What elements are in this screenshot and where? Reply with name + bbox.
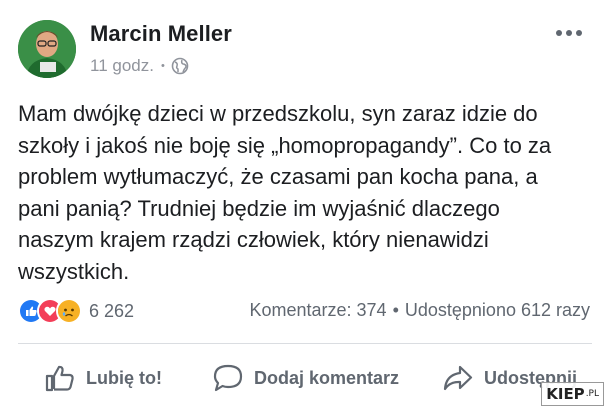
post-text-line: pani panią? Trudniej będzie im wyjaśnić …	[18, 195, 500, 221]
comment-icon	[213, 364, 243, 392]
like-button-label: Lubię to!	[86, 367, 162, 388]
post-text-line: problem wytłumaczyć, że czasami pan koch…	[18, 164, 538, 189]
like-button[interactable]: Lubię to!	[44, 362, 162, 394]
globe-icon[interactable]	[171, 57, 189, 75]
author-name[interactable]: Marcin Meller	[90, 21, 232, 47]
post-timestamp[interactable]: 11 godz.	[90, 56, 154, 76]
avatar[interactable]	[18, 20, 76, 78]
post-text-line: naszym krajem rządzi człowiek, który nie…	[18, 227, 489, 252]
thumbs-up-icon	[45, 365, 74, 392]
post-text-line: szkoły i jakoś nie boję się „homopropaga…	[18, 132, 552, 158]
watermark-logo: KIEP .PL	[541, 382, 604, 406]
facebook-post: Marcin Meller 11 godz. • Mam dwójkę dzie…	[0, 0, 610, 412]
reactions-summary[interactable]: 6 262	[18, 298, 134, 324]
comments-count[interactable]: Komentarze: 374	[249, 300, 386, 320]
watermark-suffix: .PL	[585, 389, 599, 399]
comment-button-label: Dodaj komentarz	[254, 367, 400, 388]
post-text: Mam dwójkę dzieci w przedszkolu, syn zar…	[18, 98, 598, 287]
divider	[18, 343, 592, 344]
reaction-count: 6 262	[89, 300, 135, 321]
post-text-line: Mam dwójkę dzieci w przedszkolu, syn zar…	[18, 101, 538, 126]
separator-dot: •	[160, 60, 165, 72]
watermark-main: KIEP	[546, 385, 585, 403]
post-stats: Komentarze: 374 • Udostępniono 612 razy	[249, 300, 590, 321]
share-icon	[443, 365, 473, 391]
post-meta: 11 godz. •	[90, 56, 189, 76]
avatar-photo	[18, 20, 76, 78]
sad-reaction-icon	[56, 298, 82, 324]
shares-count[interactable]: Udostępniono 612 razy	[405, 300, 590, 320]
comment-button[interactable]: Dodaj komentarz	[212, 362, 399, 394]
separator-dot: •	[392, 300, 399, 320]
more-options-icon[interactable]	[556, 26, 582, 40]
post-text-line: wszystkich.	[18, 258, 130, 284]
